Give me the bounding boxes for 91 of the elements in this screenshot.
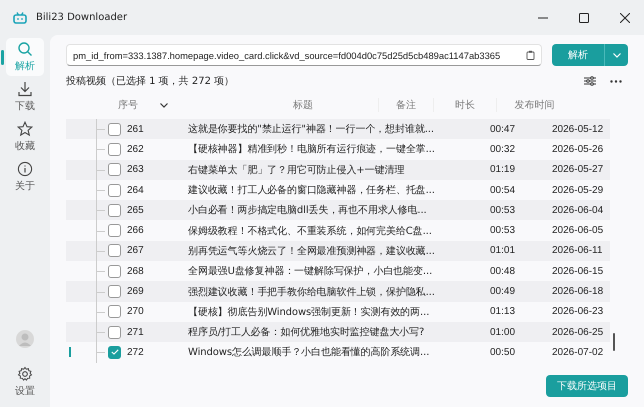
table-cell-text: 小白必看！两步搞定电脑dll丢失，再也不用求人修电... (188, 204, 428, 218)
table-cell-text: 272 (126, 346, 145, 358)
checkbox[interactable] (108, 346, 121, 359)
settings-icon (17, 366, 33, 382)
table-cell-text: 265 (126, 204, 145, 216)
column-header[interactable]: 发布时间 (497, 98, 572, 112)
column-header[interactable]: 标题 (228, 98, 378, 112)
chevron-down-icon[interactable] (160, 102, 168, 108)
download-icon (17, 81, 33, 97)
table-cell-text: 别再凭运气等火烧云了！全网最准预测神器，建议收藏... (188, 244, 436, 258)
table-cell-text: 00:54 (490, 184, 516, 196)
dropdown-button[interactable] (604, 44, 628, 66)
table-cell-text: 00:49 (490, 286, 516, 298)
table-cell-text: 2026-05-27 (552, 164, 604, 176)
table-cell-text: 00:32 (490, 144, 516, 155)
check-icon (110, 349, 118, 356)
table-cell-text: 强烈建议收藏！手把手教你给电脑软件上锁，保护隐私... (188, 286, 436, 299)
table-cell-text: Windows怎么调最顺手？小白也能看懂的高阶系统调... (188, 346, 430, 360)
paste-icon[interactable] (526, 50, 535, 60)
table-cell-text: 262 (126, 144, 145, 155)
chevron-down-icon (612, 52, 620, 58)
close-icon[interactable] (620, 12, 630, 22)
table-cell-text: 2026-06-23 (552, 306, 604, 318)
scrollbar-thumb[interactable] (613, 332, 615, 351)
table-cell-text: 267 (126, 245, 145, 256)
checkbox[interactable] (108, 285, 121, 298)
column-header[interactable]: 备注 (378, 98, 433, 112)
maximize-icon[interactable] (579, 12, 589, 22)
table-cell-text: 261 (126, 124, 145, 135)
table-cell-text: 00:48 (490, 266, 516, 277)
table-cell-text: 263 (126, 164, 145, 176)
table-cell-text: 270 (126, 306, 145, 318)
table-cell-text: 【硬核神器】精准到秒！电脑所有运行痕迹，一键全掌... (188, 142, 436, 156)
table-cell-text: 程序员/打工人必备：如何优雅地实时监控键盘大小写? (188, 326, 426, 340)
more-icon[interactable] (610, 80, 622, 82)
search-icon (17, 41, 33, 57)
star-icon (17, 121, 33, 137)
avatar-icon[interactable] (15, 329, 35, 351)
table-cell-text: 01:01 (490, 245, 516, 256)
sidebar-item[interactable]: 收藏 (6, 118, 44, 156)
table-cell-text: 2026-06-04 (552, 204, 604, 216)
checkbox[interactable] (108, 305, 121, 318)
checkbox[interactable] (108, 326, 121, 339)
checkbox[interactable] (108, 163, 121, 176)
table-cell-text: 01:00 (490, 326, 516, 338)
checkbox[interactable] (108, 224, 121, 238)
table-cell-text: 2026-06-11 (552, 245, 604, 256)
sidebar-item[interactable]: 下载 (6, 78, 44, 116)
table-cell-text: 建议收藏！打工人必备的窗口隐藏神器，任务栏、托盘... (188, 184, 436, 198)
url-field[interactable]: pm_id_from=333.1387.homepage.video_card.click&vd_source=fd004d0c75d25d5cb489ac1147ab3365 (66, 44, 542, 66)
parse-button[interactable]: 解析 (552, 44, 604, 66)
checkbox[interactable] (108, 142, 121, 156)
checkbox[interactable] (108, 184, 121, 197)
table-cell-text: 2026-06-25 (552, 326, 604, 338)
table-cell-text: 2026-06-18 (552, 286, 604, 298)
info-icon (17, 161, 33, 177)
table-cell-text: 右键菜单太「肥」了？用它可防止侵入+一键清理 (188, 164, 406, 177)
table-cell-text: 2026-05-26 (552, 144, 604, 155)
table-cell-text: 【硬核】彻底告别Windows强制更新！实测有效的两... (188, 306, 430, 319)
column-header[interactable]: 序号 (118, 98, 160, 112)
table-cell-text: 这就是你要找的"禁止运行"神器！一行一个，想封谁就... (188, 122, 435, 136)
table-cell-text: 264 (126, 184, 145, 196)
checkbox[interactable] (108, 264, 121, 278)
table-cell-text: 2026-06-05 (552, 225, 604, 236)
checkbox[interactable] (108, 122, 121, 136)
app-logo-icon (13, 12, 27, 24)
table-cell-text: 保姆级教程！不格式化、不重装系统，如何完美给C盘... (188, 224, 433, 238)
table-cell-text: 269 (126, 286, 145, 298)
sidebar-item[interactable]: 关于 (6, 158, 44, 196)
checkbox[interactable] (108, 204, 121, 217)
settings-item[interactable]: 设置 (6, 363, 44, 401)
column-header[interactable]: 时长 (433, 98, 497, 112)
filter-icon[interactable] (584, 76, 596, 86)
list-title: 投稿视频（已选择 1 项，共 272 项） (66, 74, 234, 88)
checkbox[interactable] (108, 244, 121, 258)
table-cell-text: 00:53 (490, 204, 516, 216)
table-cell-text: 00:53 (490, 225, 516, 236)
table-cell-text: 01:19 (490, 164, 516, 176)
table-cell-text: 2026-07-02 (552, 346, 604, 358)
table-cell-text: 2026-05-12 (552, 124, 604, 135)
table-cell-text: 01:13 (490, 306, 516, 318)
table-cell-text: 00:50 (490, 346, 516, 358)
table-cell-text: 00:47 (490, 124, 516, 135)
download-button[interactable]: 下载所选项目 (546, 375, 628, 397)
window-title: Bili23 Downloader (36, 12, 128, 23)
table-cell-text: 全网最强U盘修复神器：一键解除写保护，小白也能变... (188, 264, 434, 278)
table-cell-text: 2026-05-29 (552, 184, 604, 196)
table-cell-text: 2026-06-15 (552, 266, 604, 277)
table-cell-text: 268 (126, 266, 145, 277)
table-cell-text: 271 (126, 326, 145, 338)
table-cell-text: 266 (126, 225, 145, 236)
